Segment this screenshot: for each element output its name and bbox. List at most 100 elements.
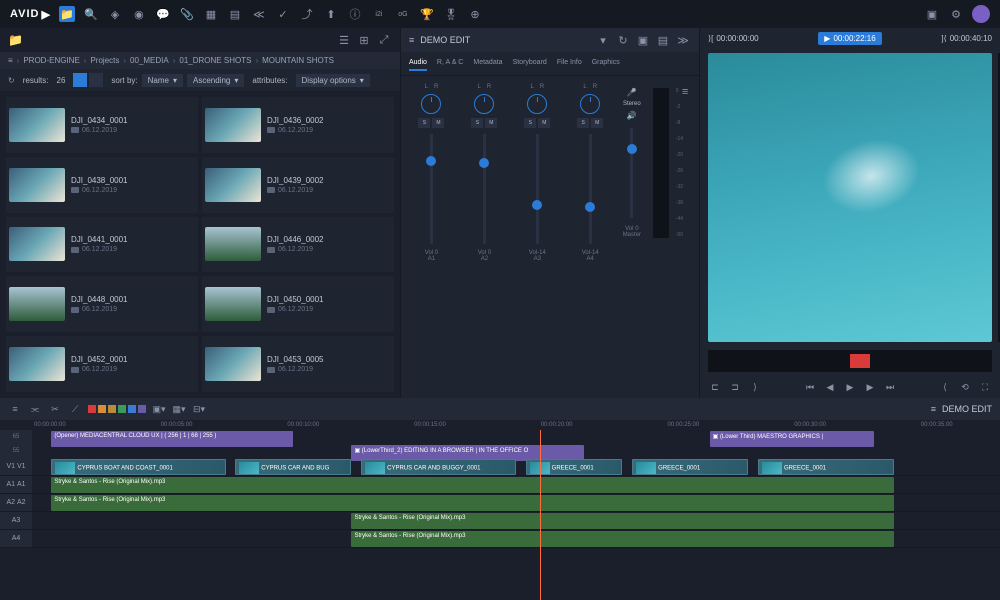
asset-item[interactable]: DJI_0434_000106.12.2019 (6, 97, 198, 153)
solo-button[interactable]: S (577, 118, 589, 128)
track-header-a3[interactable]: A3 (0, 512, 32, 529)
insert-tool[interactable]: ▣▾ (152, 402, 166, 416)
breadcrumb-item[interactable]: 01_DRONE SHOTS (179, 56, 251, 65)
beta-icon[interactable]: ◉ (131, 6, 147, 22)
sort-field-select[interactable]: Name▾ (142, 74, 183, 87)
view-list-button[interactable] (89, 73, 103, 87)
tab-graphics[interactable]: Graphics (592, 56, 620, 71)
timecode-out[interactable]: ]⟨00:00:40:10 (941, 32, 992, 45)
link-icon[interactable]: ◈ (107, 6, 123, 22)
timecode-current[interactable]: ▶00:00:22:16 (818, 32, 881, 45)
color-swatch[interactable] (138, 405, 146, 413)
timeline-menu-icon[interactable]: ≡ (931, 404, 936, 414)
asset-item[interactable]: DJI_0436_000206.12.2019 (202, 97, 394, 153)
folder-icon[interactable]: 📁 (8, 33, 23, 47)
asset-item[interactable]: DJI_0439_000206.12.2019 (202, 157, 394, 213)
settings-icon[interactable]: ⚙ (948, 6, 964, 22)
menu-icon[interactable]: ≡ (8, 402, 22, 416)
og-icon[interactable]: oG (395, 6, 411, 22)
mute-button[interactable]: M (591, 118, 603, 128)
color-swatch[interactable] (118, 405, 126, 413)
mic-icon[interactable]: 🎤 (627, 88, 637, 97)
check-icon[interactable]: ✓ (275, 6, 291, 22)
video-clip[interactable]: CYPRUS BOAT AND COAST_0001 (51, 459, 225, 475)
chat-icon[interactable]: 💬 (155, 6, 171, 22)
solo-button[interactable]: S (471, 118, 483, 128)
tab-fileinfo[interactable]: File Info (557, 56, 582, 71)
time-ruler[interactable]: 00:00:00:0000:00:05:0000:00:10:0000:00:1… (0, 420, 1000, 430)
play-button[interactable]: ▶ (843, 380, 857, 394)
asset-item[interactable]: DJI_0450_000106.12.2019 (202, 276, 394, 332)
goto-in-button[interactable]: ⟩ (748, 380, 762, 394)
panel-menu-icon[interactable]: ≡ (409, 35, 414, 45)
volume-fader[interactable] (589, 134, 592, 244)
audio-clip[interactable]: Stryke & Santos - Rise (Original Mix).mp… (351, 513, 893, 529)
layout-icon[interactable]: ▣ (635, 32, 651, 48)
fullscreen-button[interactable]: ⛶ (978, 380, 992, 394)
video-viewer[interactable]: 0-2-8-14-20-26-32-38-44-50 (708, 53, 992, 342)
tab-audio[interactable]: Audio (409, 56, 427, 71)
more-icon[interactable]: ≫ (675, 32, 691, 48)
loop-button[interactable]: ⟲ (958, 380, 972, 394)
color-swatch[interactable] (98, 405, 106, 413)
audio-clip[interactable]: Stryke & Santos - Rise (Original Mix).mp… (351, 531, 893, 547)
folder-icon[interactable]: 📁 (59, 6, 75, 22)
asset-item[interactable]: DJI_0438_000106.12.2019 (6, 157, 198, 213)
speaker-icon[interactable]: 🔊 (627, 111, 637, 120)
timecode-in[interactable]: ⟩[00:00:00:00 (708, 32, 759, 45)
step-back-button[interactable]: ◀ (823, 380, 837, 394)
expand-icon[interactable]: ⤢ (376, 32, 392, 48)
master-fader[interactable] (630, 128, 633, 218)
share-icon[interactable]: ≪ (251, 6, 267, 22)
trophy-icon[interactable]: 🏆 (419, 6, 435, 22)
track-header-a4[interactable]: A4 (0, 530, 32, 547)
tab-rac[interactable]: R, A & C (437, 56, 463, 71)
pan-knob[interactable] (580, 94, 600, 114)
solo-button[interactable]: S (524, 118, 536, 128)
asset-item[interactable]: DJI_0446_000206.12.2019 (202, 217, 394, 273)
volume-fader[interactable] (536, 134, 539, 244)
video-clip[interactable]: CYPRUS CAR AND BUGGY_0001 (361, 459, 516, 475)
asset-item[interactable]: DJI_0441_000106.12.2019 (6, 217, 198, 273)
info-icon[interactable]: ⓘ (347, 6, 363, 22)
list-view-icon[interactable]: ☰ (336, 32, 352, 48)
breadcrumb-item[interactable]: MOUNTAIN SHOTS (262, 56, 334, 65)
dropdown-icon[interactable]: ▾ (595, 32, 611, 48)
asset-item[interactable]: DJI_0452_000106.12.2019 (6, 336, 198, 392)
skip-fwd-button[interactable]: ⏭ (883, 380, 897, 394)
sort-order-select[interactable]: Ascending▾ (187, 74, 244, 87)
link-tool[interactable]: ⫘ (28, 402, 42, 416)
video-clip[interactable]: CYPRUS CAR AND BUG (235, 459, 351, 475)
i2i-icon[interactable]: i2i (371, 6, 387, 22)
track-header-a1[interactable]: A1 A1 (0, 476, 32, 493)
mute-button[interactable]: M (432, 118, 444, 128)
search-icon[interactable]: 🔍 (83, 6, 99, 22)
asset-item[interactable]: DJI_0453_000506.12.2019 (202, 336, 394, 392)
mark-out-button[interactable]: ⊐ (728, 380, 742, 394)
export-icon[interactable]: ⤴ (299, 6, 315, 22)
scrub-bar[interactable] (708, 350, 992, 372)
award-icon[interactable]: 🎖 (443, 6, 459, 22)
display-options-select[interactable]: Display options▾ (296, 74, 370, 87)
track-header-a2[interactable]: A2 A2 (0, 494, 32, 511)
video-clip[interactable]: GREECE_0001 (758, 459, 894, 475)
overwrite-tool[interactable]: ▦▾ (172, 402, 186, 416)
step-fwd-button[interactable]: ▶ (863, 380, 877, 394)
breadcrumb-icon[interactable]: ≡ (8, 56, 13, 65)
track-header-v1[interactable]: V1 V1 (0, 458, 32, 475)
goto-out-button[interactable]: ⟨ (938, 380, 952, 394)
copy-icon[interactable]: ▣ (924, 6, 940, 22)
refresh-icon[interactable]: ↻ (615, 32, 631, 48)
doc-icon[interactable]: ▦ (203, 6, 219, 22)
breadcrumb-item[interactable]: PROD-ENGINE (23, 56, 79, 65)
color-swatch[interactable] (128, 405, 136, 413)
zoom-icon[interactable]: ⊕ (467, 6, 483, 22)
volume-fader[interactable] (483, 134, 486, 244)
video-clip[interactable]: GREECE_0001 (632, 459, 748, 475)
audio-clip[interactable]: Stryke & Santos - Rise (Original Mix).mp… (51, 495, 893, 511)
grid-icon[interactable]: ▤ (227, 6, 243, 22)
audio-clip[interactable]: Stryke & Santos - Rise (Original Mix).mp… (51, 477, 893, 493)
solo-button[interactable]: S (418, 118, 430, 128)
replace-tool[interactable]: ⊟▾ (192, 402, 206, 416)
tab-metadata[interactable]: Metadata (473, 56, 502, 71)
